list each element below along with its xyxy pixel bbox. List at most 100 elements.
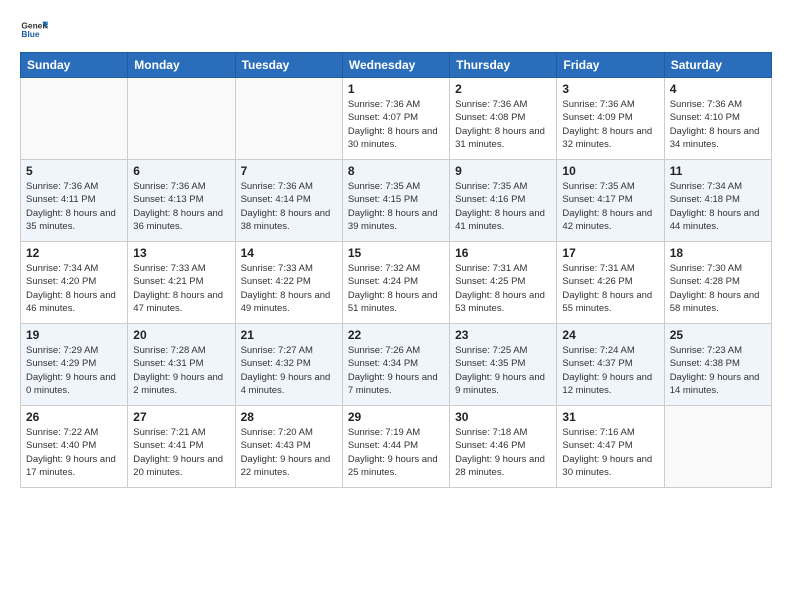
weekday-header-row: SundayMondayTuesdayWednesdayThursdayFrid… (21, 53, 772, 78)
day-detail: Sunrise: 7:26 AM Sunset: 4:34 PM Dayligh… (348, 344, 444, 397)
calendar-cell: 1 Sunrise: 7:36 AM Sunset: 4:07 PM Daylig… (342, 78, 449, 160)
day-detail: Sunrise: 7:16 AM Sunset: 4:47 PM Dayligh… (562, 426, 658, 479)
day-detail: Sunrise: 7:33 AM Sunset: 4:21 PM Dayligh… (133, 262, 229, 315)
weekday-header-friday: Friday (557, 53, 664, 78)
day-number: 30 (455, 410, 551, 424)
calendar-cell: 11Sunrise: 7:34 AM Sunset: 4:18 PM Dayli… (664, 160, 771, 242)
day-detail: Sunrise: 7:36 AM Sunset: 4:13 PM Dayligh… (133, 180, 229, 233)
day-number: 14 (241, 246, 337, 260)
calendar-cell: 31 Sunrise: 7:16 AM Sunset: 4:47 PM Dayli… (557, 406, 664, 488)
calendar-cell: 27Sunrise: 7:21 AM Sunset: 4:41 PM Dayli… (128, 406, 235, 488)
calendar-cell: 8 Sunrise: 7:35 AM Sunset: 4:15 PM Daylig… (342, 160, 449, 242)
calendar-cell: 22 Sunrise: 7:26 AM Sunset: 4:34 PM Dayli… (342, 324, 449, 406)
day-number: 25 (670, 328, 766, 342)
day-number: 10 (562, 164, 658, 178)
logo-icon: General Blue (20, 16, 48, 44)
calendar-cell: 15 Sunrise: 7:32 AM Sunset: 4:24 PM Dayli… (342, 242, 449, 324)
calendar-cell: 6 Sunrise: 7:36 AM Sunset: 4:13 PM Daylig… (128, 160, 235, 242)
day-detail: Sunrise: 7:35 AM Sunset: 4:16 PM Dayligh… (455, 180, 551, 233)
logo: General Blue (20, 16, 48, 44)
day-detail: Sunrise: 7:22 AM Sunset: 4:40 PM Dayligh… (26, 426, 122, 479)
calendar-cell: 18 Sunrise: 7:30 AM Sunset: 4:28 PM Dayli… (664, 242, 771, 324)
day-detail: Sunrise: 7:19 AM Sunset: 4:44 PM Dayligh… (348, 426, 444, 479)
day-detail: Sunrise: 7:36 AM Sunset: 4:10 PM Dayligh… (670, 98, 766, 151)
day-detail: Sunrise: 7:31 AM Sunset: 4:26 PM Dayligh… (562, 262, 658, 315)
day-detail: Sunrise: 7:23 AM Sunset: 4:38 PM Dayligh… (670, 344, 766, 397)
day-number: 19 (26, 328, 122, 342)
day-detail: Sunrise: 7:28 AM Sunset: 4:31 PM Dayligh… (133, 344, 229, 397)
day-number: 22 (348, 328, 444, 342)
day-number: 9 (455, 164, 551, 178)
calendar-cell: 5Sunrise: 7:36 AM Sunset: 4:11 PM Daylig… (21, 160, 128, 242)
weekday-header-thursday: Thursday (450, 53, 557, 78)
calendar: SundayMondayTuesdayWednesdayThursdayFrid… (20, 52, 772, 488)
day-detail: Sunrise: 7:35 AM Sunset: 4:15 PM Dayligh… (348, 180, 444, 233)
day-number: 23 (455, 328, 551, 342)
calendar-cell: 21Sunrise: 7:27 AM Sunset: 4:32 PM Dayli… (235, 324, 342, 406)
calendar-cell (664, 406, 771, 488)
calendar-cell: 10 Sunrise: 7:35 AM Sunset: 4:17 PM Dayli… (557, 160, 664, 242)
calendar-cell: 28Sunrise: 7:20 AM Sunset: 4:43 PM Dayli… (235, 406, 342, 488)
day-detail: Sunrise: 7:33 AM Sunset: 4:22 PM Dayligh… (241, 262, 337, 315)
day-detail: Sunrise: 7:36 AM Sunset: 4:08 PM Dayligh… (455, 98, 551, 151)
calendar-cell: 24Sunrise: 7:24 AM Sunset: 4:37 PM Dayli… (557, 324, 664, 406)
calendar-cell (235, 78, 342, 160)
day-number: 4 (670, 82, 766, 96)
week-row-5: 26Sunrise: 7:22 AM Sunset: 4:40 PM Dayli… (21, 406, 772, 488)
day-number: 17 (562, 246, 658, 260)
weekday-header-sunday: Sunday (21, 53, 128, 78)
day-number: 18 (670, 246, 766, 260)
day-detail: Sunrise: 7:25 AM Sunset: 4:35 PM Dayligh… (455, 344, 551, 397)
calendar-cell: 25 Sunrise: 7:23 AM Sunset: 4:38 PM Dayli… (664, 324, 771, 406)
weekday-header-wednesday: Wednesday (342, 53, 449, 78)
day-number: 13 (133, 246, 229, 260)
day-detail: Sunrise: 7:21 AM Sunset: 4:41 PM Dayligh… (133, 426, 229, 479)
day-number: 1 (348, 82, 444, 96)
week-row-4: 19Sunrise: 7:29 AM Sunset: 4:29 PM Dayli… (21, 324, 772, 406)
day-detail: Sunrise: 7:36 AM Sunset: 4:07 PM Dayligh… (348, 98, 444, 151)
weekday-header-monday: Monday (128, 53, 235, 78)
calendar-cell: 20 Sunrise: 7:28 AM Sunset: 4:31 PM Dayli… (128, 324, 235, 406)
day-number: 15 (348, 246, 444, 260)
calendar-cell: 26Sunrise: 7:22 AM Sunset: 4:40 PM Dayli… (21, 406, 128, 488)
calendar-cell (21, 78, 128, 160)
day-detail: Sunrise: 7:34 AM Sunset: 4:18 PM Dayligh… (670, 180, 766, 233)
header: General Blue (20, 16, 772, 44)
day-detail: Sunrise: 7:35 AM Sunset: 4:17 PM Dayligh… (562, 180, 658, 233)
day-number: 3 (562, 82, 658, 96)
day-detail: Sunrise: 7:27 AM Sunset: 4:32 PM Dayligh… (241, 344, 337, 397)
day-number: 6 (133, 164, 229, 178)
calendar-cell: 7 Sunrise: 7:36 AM Sunset: 4:14 PM Daylig… (235, 160, 342, 242)
calendar-cell: 9 Sunrise: 7:35 AM Sunset: 4:16 PM Daylig… (450, 160, 557, 242)
page: General Blue SundayMondayTuesdayWednesda… (0, 0, 792, 612)
day-detail: Sunrise: 7:30 AM Sunset: 4:28 PM Dayligh… (670, 262, 766, 315)
day-detail: Sunrise: 7:36 AM Sunset: 4:09 PM Dayligh… (562, 98, 658, 151)
week-row-3: 12Sunrise: 7:34 AM Sunset: 4:20 PM Dayli… (21, 242, 772, 324)
calendar-cell: 17 Sunrise: 7:31 AM Sunset: 4:26 PM Dayli… (557, 242, 664, 324)
day-detail: Sunrise: 7:24 AM Sunset: 4:37 PM Dayligh… (562, 344, 658, 397)
calendar-cell: 23 Sunrise: 7:25 AM Sunset: 4:35 PM Dayli… (450, 324, 557, 406)
day-number: 7 (241, 164, 337, 178)
weekday-header-tuesday: Tuesday (235, 53, 342, 78)
day-detail: Sunrise: 7:36 AM Sunset: 4:11 PM Dayligh… (26, 180, 122, 233)
calendar-cell: 3 Sunrise: 7:36 AM Sunset: 4:09 PM Daylig… (557, 78, 664, 160)
calendar-cell (128, 78, 235, 160)
calendar-cell: 2 Sunrise: 7:36 AM Sunset: 4:08 PM Daylig… (450, 78, 557, 160)
calendar-cell: 14 Sunrise: 7:33 AM Sunset: 4:22 PM Dayli… (235, 242, 342, 324)
weekday-header-saturday: Saturday (664, 53, 771, 78)
day-number: 20 (133, 328, 229, 342)
day-detail: Sunrise: 7:36 AM Sunset: 4:14 PM Dayligh… (241, 180, 337, 233)
day-detail: Sunrise: 7:31 AM Sunset: 4:25 PM Dayligh… (455, 262, 551, 315)
day-number: 29 (348, 410, 444, 424)
day-detail: Sunrise: 7:32 AM Sunset: 4:24 PM Dayligh… (348, 262, 444, 315)
calendar-cell: 30 Sunrise: 7:18 AM Sunset: 4:46 PM Dayli… (450, 406, 557, 488)
week-row-1: 1 Sunrise: 7:36 AM Sunset: 4:07 PM Daylig… (21, 78, 772, 160)
day-detail: Sunrise: 7:18 AM Sunset: 4:46 PM Dayligh… (455, 426, 551, 479)
day-number: 31 (562, 410, 658, 424)
day-number: 8 (348, 164, 444, 178)
calendar-cell: 19Sunrise: 7:29 AM Sunset: 4:29 PM Dayli… (21, 324, 128, 406)
day-detail: Sunrise: 7:20 AM Sunset: 4:43 PM Dayligh… (241, 426, 337, 479)
day-number: 2 (455, 82, 551, 96)
calendar-cell: 13 Sunrise: 7:33 AM Sunset: 4:21 PM Dayli… (128, 242, 235, 324)
day-detail: Sunrise: 7:34 AM Sunset: 4:20 PM Dayligh… (26, 262, 122, 315)
